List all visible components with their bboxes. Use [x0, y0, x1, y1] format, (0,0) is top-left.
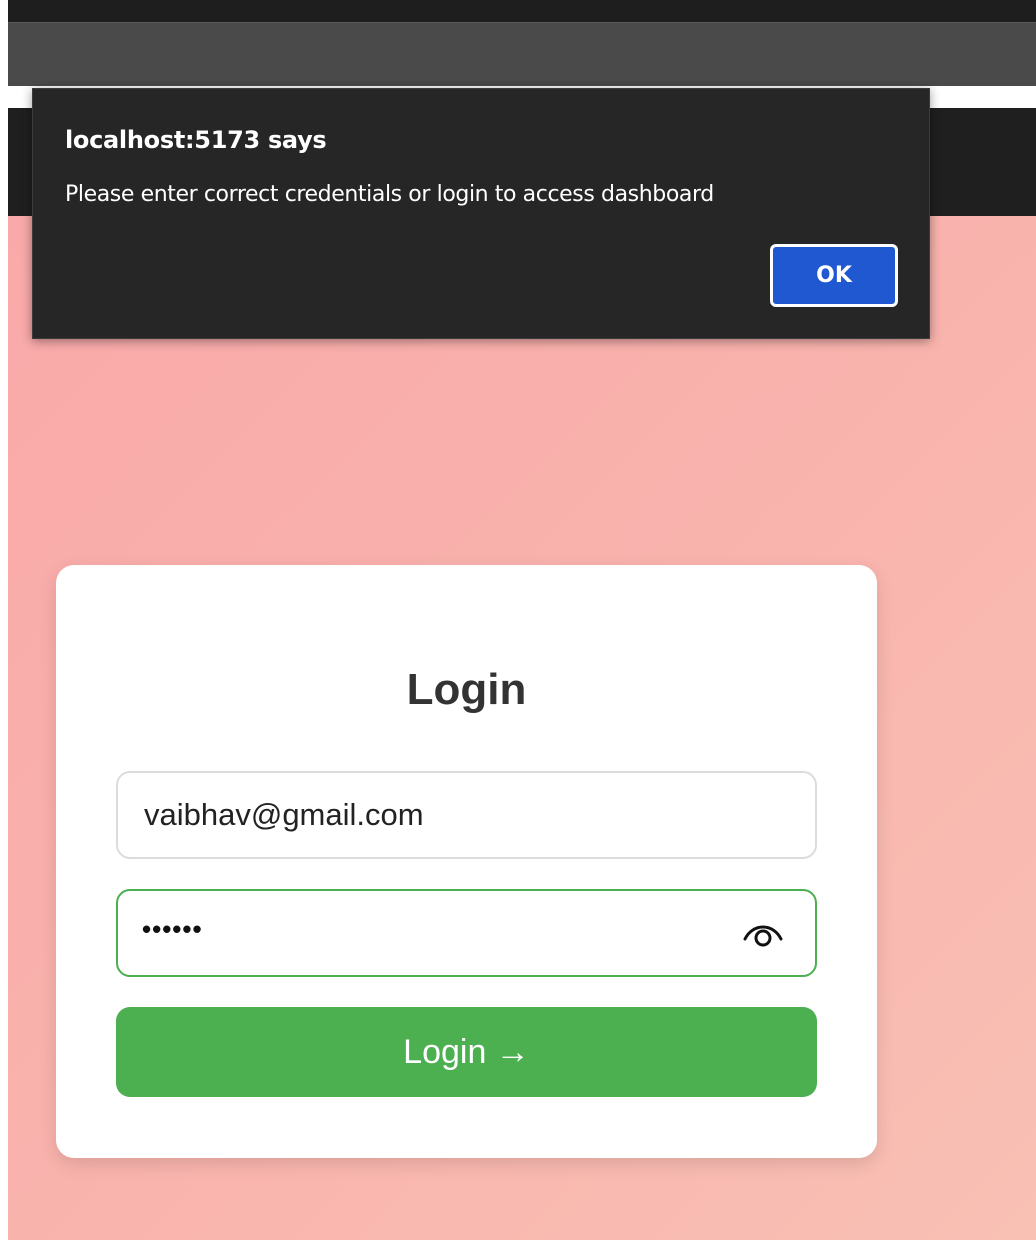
login-button[interactable]: Login →: [116, 1007, 817, 1097]
password-masked-value: ••••••: [142, 913, 203, 944]
login-title: Login: [406, 665, 527, 714]
ok-button[interactable]: OK: [770, 244, 898, 307]
screen: Login vaibhav@gmail.com •••••• Login → l…: [0, 0, 1036, 1240]
password-input[interactable]: ••••••: [116, 889, 817, 977]
window-top-strip: [8, 0, 1036, 22]
alert-title: localhost:5173 says: [65, 126, 327, 154]
email-input[interactable]: vaibhav@gmail.com: [116, 771, 817, 859]
login-card: Login vaibhav@gmail.com •••••• Login →: [56, 565, 877, 1158]
alert-message: Please enter correct credentials or logi…: [65, 182, 714, 207]
browser-toolbar: [8, 22, 1036, 86]
eye-icon[interactable]: [741, 917, 785, 951]
email-value: vaibhav@gmail.com: [144, 797, 424, 832]
alert-dialog: localhost:5173 says Please enter correct…: [32, 88, 930, 339]
